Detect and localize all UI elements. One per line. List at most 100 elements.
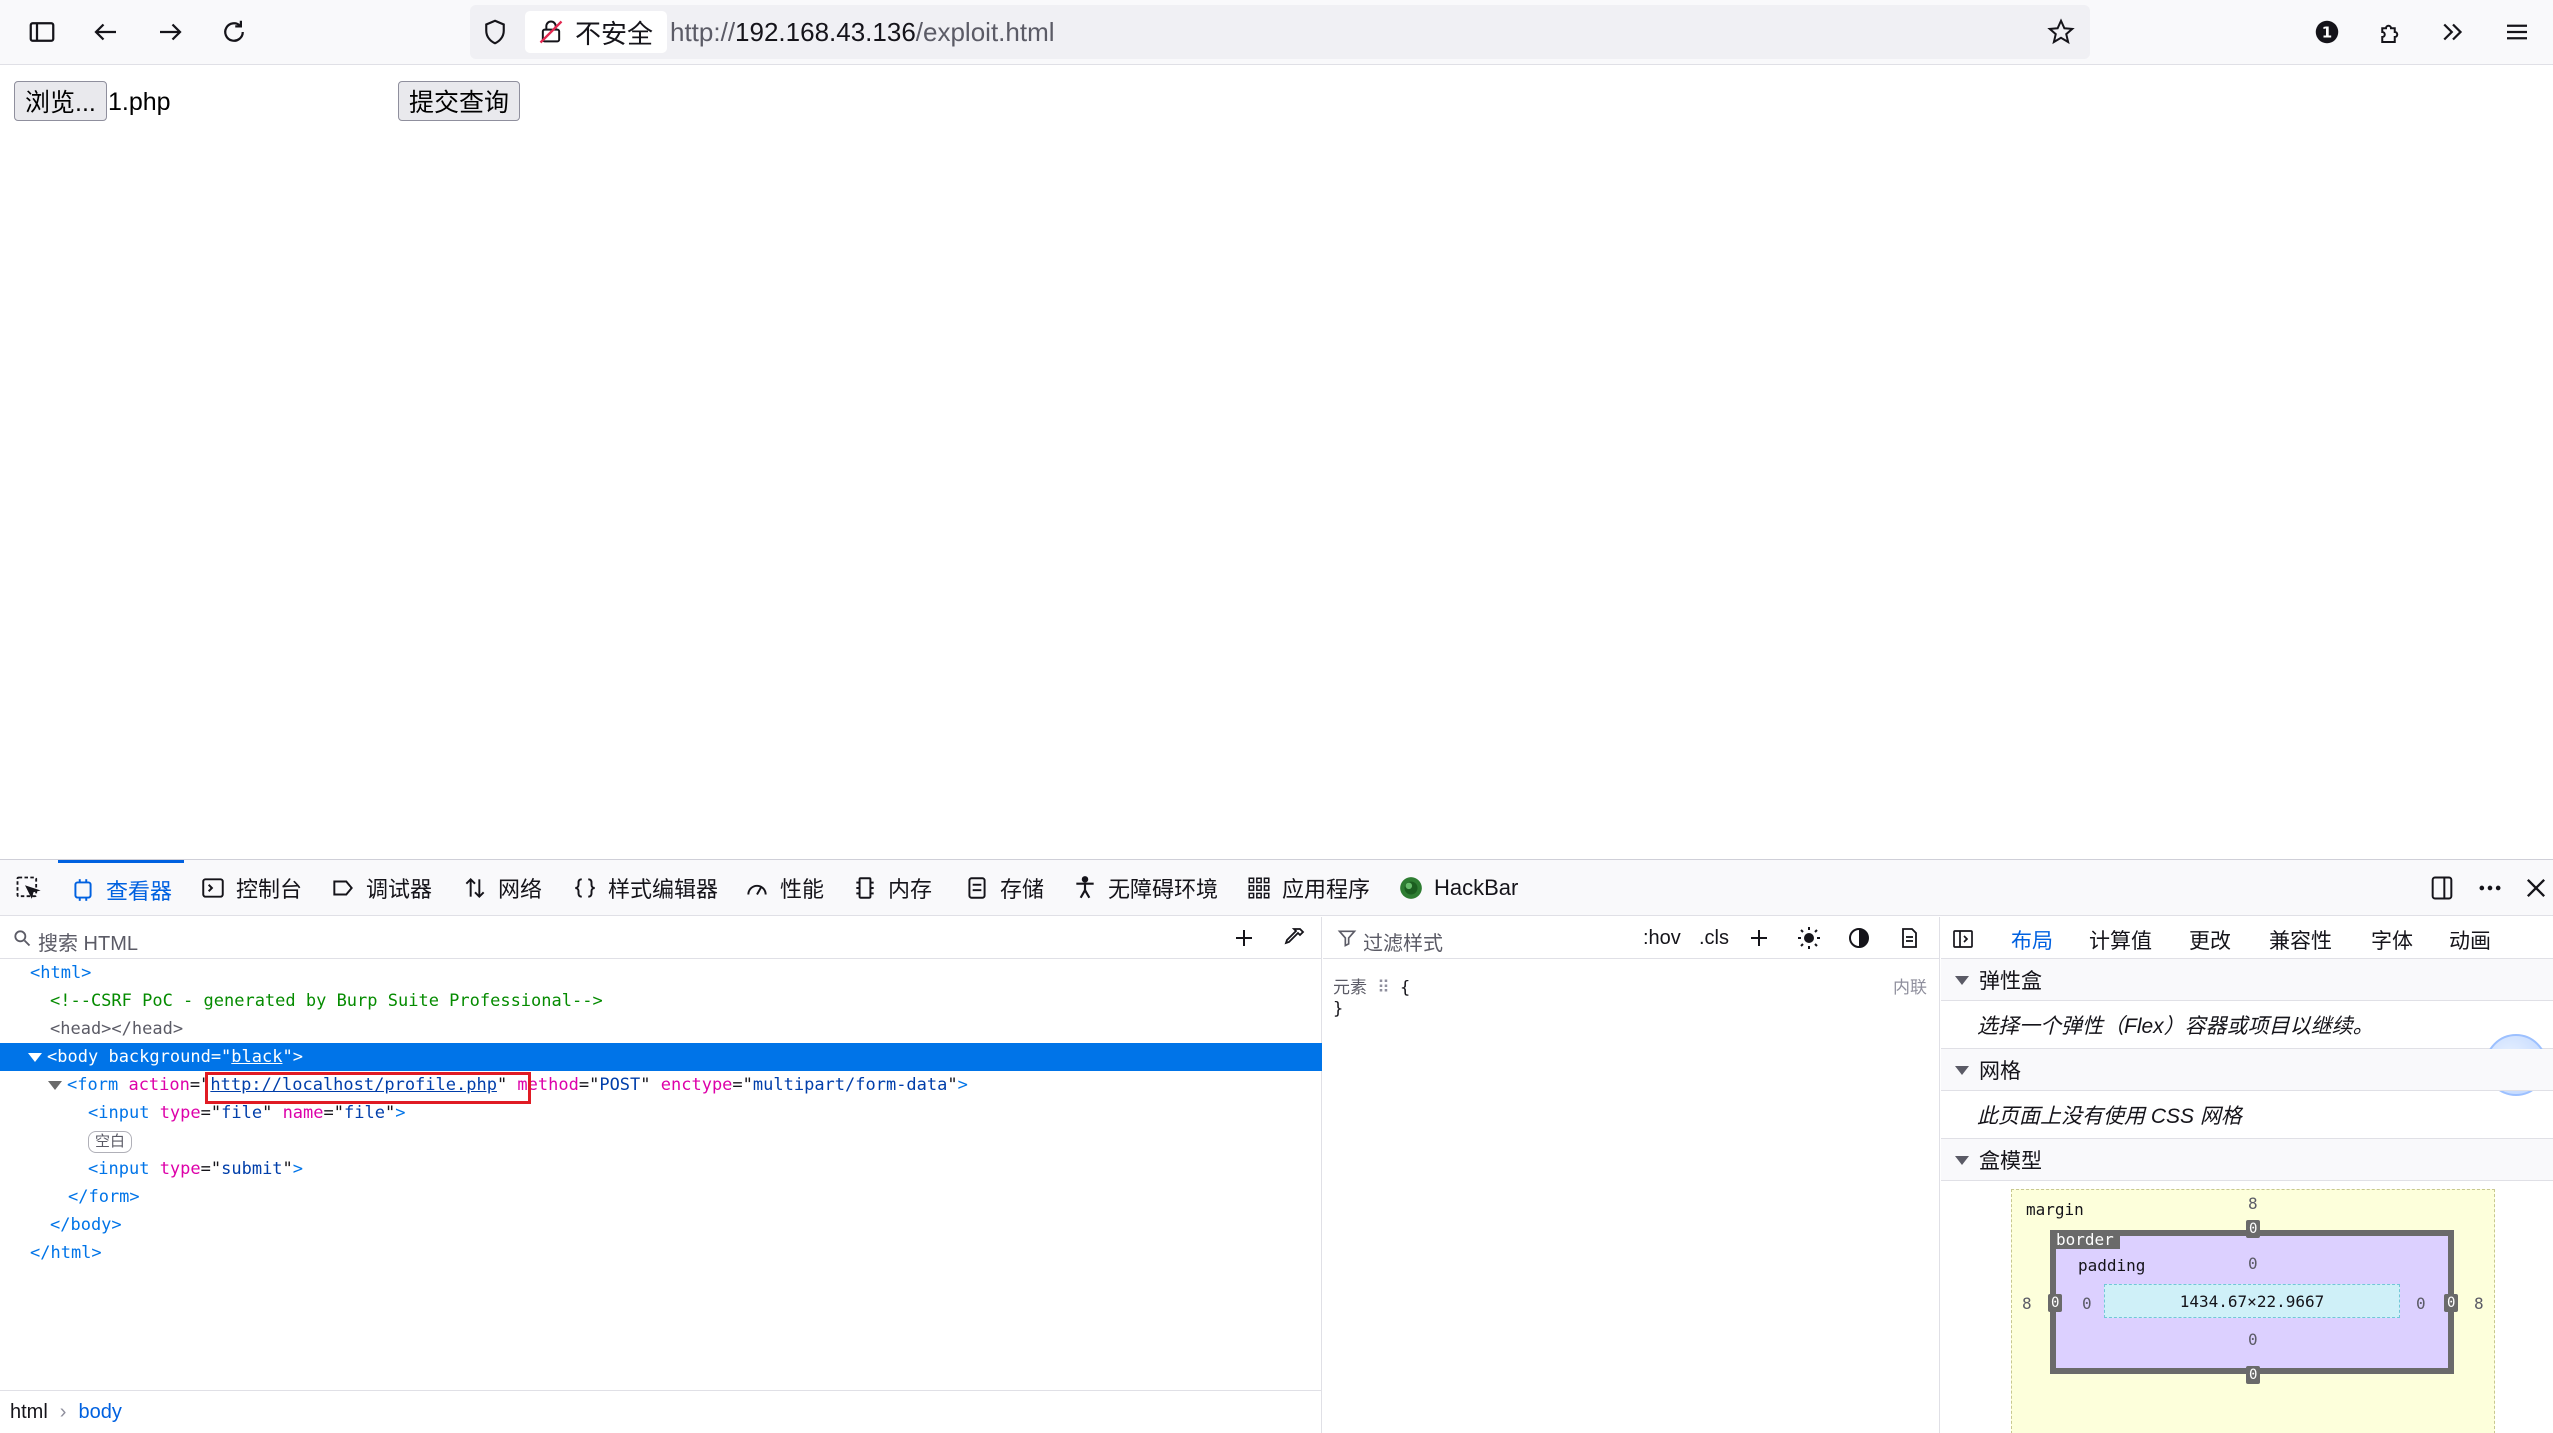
- hov-toggle[interactable]: :hov: [1643, 927, 1681, 950]
- grid-dots-icon[interactable]: ⠿: [1377, 978, 1389, 998]
- dock-side-icon[interactable]: [2428, 874, 2456, 902]
- tab-style-editor-label: 样式编辑器: [608, 877, 719, 902]
- tab-layout[interactable]: 布局: [2011, 925, 2053, 963]
- markup-line-html-close[interactable]: </html>: [0, 1239, 1322, 1267]
- back-arrow-icon[interactable]: [86, 12, 126, 52]
- browse-file-button[interactable]: 浏览...: [14, 81, 107, 121]
- element-picker-icon[interactable]: [14, 874, 42, 902]
- tab-performance[interactable]: 性能: [744, 860, 824, 916]
- tab-network[interactable]: 网络: [462, 860, 542, 916]
- content-box[interactable]: 1434.67×22.9667: [2104, 1284, 2400, 1318]
- overflow-chevrons-icon[interactable]: [2433, 12, 2473, 52]
- toggle-pane-icon[interactable]: [1951, 927, 1975, 951]
- border-top-value[interactable]: 0: [2246, 1220, 2261, 1238]
- submit-query-button[interactable]: 提交查询: [398, 81, 521, 121]
- account-badge-icon[interactable]: 1: [2307, 12, 2347, 52]
- url-text[interactable]: http://192.168.43.136/exploit.html: [670, 17, 1055, 48]
- extensions-puzzle-icon[interactable]: [2371, 12, 2411, 52]
- cls-toggle[interactable]: .cls: [1699, 927, 1729, 950]
- padding-top-value[interactable]: 0: [2248, 1254, 2258, 1273]
- devtools-tab-bar: 查看器 控制台 调试器 网络 样式编辑器 性能 内存 存储 无障碍环境 应用程序…: [0, 860, 2553, 916]
- layout-tab-bar: 布局 计算值 更改 兼容性 字体 动画: [1941, 917, 2553, 963]
- reload-icon[interactable]: [214, 12, 254, 52]
- bookmark-star-icon[interactable]: [2046, 17, 2076, 47]
- breadcrumb-body[interactable]: body: [78, 1401, 121, 1424]
- tab-fonts[interactable]: 字体: [2371, 925, 2413, 955]
- browser-toolbar: 不安全 http://192.168.43.136/exploit.html 1: [0, 0, 2553, 65]
- collapse-twisty-icon[interactable]: [48, 1080, 62, 1090]
- input-type-attr: type: [159, 1103, 201, 1123]
- margin-left-value[interactable]: 8: [2022, 1294, 2032, 1313]
- input-type-submit: submit: [221, 1159, 283, 1179]
- boxmodel-section-header[interactable]: 盒模型: [1941, 1139, 2553, 1181]
- flexbox-header-label: 弹性盒: [1979, 969, 2042, 993]
- tab-hackbar[interactable]: HackBar: [1398, 860, 1518, 916]
- markup-line-html-open[interactable]: <html>: [0, 959, 1322, 987]
- flexbox-section-header[interactable]: 弹性盒: [1941, 959, 2553, 1001]
- margin-top-value[interactable]: 8: [2248, 1194, 2258, 1213]
- markup-line-form[interactable]: <form action="http://localhost/profile.p…: [0, 1071, 1322, 1099]
- markup-line-whitespace[interactable]: 空白: [0, 1127, 1322, 1155]
- expand-twisty-icon: [1955, 1066, 1969, 1075]
- tab-changes[interactable]: 更改: [2189, 925, 2231, 955]
- grid-section-header[interactable]: 网格: [1941, 1049, 2553, 1091]
- form-action-url[interactable]: http://localhost/profile.php: [210, 1075, 497, 1095]
- padding-right-value[interactable]: 0: [2416, 1294, 2426, 1313]
- margin-right-value[interactable]: 8: [2474, 1294, 2484, 1313]
- tab-animations[interactable]: 动画: [2449, 925, 2491, 955]
- tab-console[interactable]: 控制台: [200, 860, 302, 916]
- close-devtools-icon[interactable]: [2522, 874, 2550, 902]
- eyedropper-icon[interactable]: [1282, 926, 1306, 950]
- markup-line-input-submit[interactable]: <input type="submit">: [0, 1155, 1322, 1183]
- markup-line-comment[interactable]: <!--CSRF PoC - generated by Burp Suite P…: [0, 987, 1322, 1015]
- tracking-shield-icon[interactable]: [480, 17, 510, 47]
- input-tag-name: input: [98, 1159, 150, 1179]
- padding-bottom-value[interactable]: 0: [2248, 1330, 2258, 1349]
- input-name-value: file: [344, 1103, 385, 1123]
- tab-style-editor[interactable]: 样式编辑器: [572, 860, 718, 916]
- tab-compatibility[interactable]: 兼容性: [2269, 925, 2332, 955]
- forward-arrow-icon[interactable]: [150, 12, 190, 52]
- print-media-document-icon[interactable]: [1897, 926, 1921, 950]
- input-type-file: file: [221, 1103, 263, 1123]
- tab-accessibility-label: 无障碍环境: [1108, 877, 1219, 902]
- tab-computed[interactable]: 计算值: [2089, 925, 2152, 955]
- url-bar[interactable]: 不安全 http://192.168.43.136/exploit.html: [470, 5, 2090, 59]
- whitespace-badge: 空白: [88, 1131, 133, 1153]
- border-right-value[interactable]: 0: [2444, 1294, 2459, 1312]
- boxmodel-header-label: 盒模型: [1979, 1149, 2042, 1173]
- tab-memory[interactable]: 内存: [852, 860, 932, 916]
- connection-insecure-badge[interactable]: 不安全: [525, 11, 668, 53]
- breadcrumb-html[interactable]: html: [10, 1401, 48, 1424]
- html-search-bar[interactable]: 搜索 HTML: [0, 917, 1322, 959]
- tab-accessibility[interactable]: 无障碍环境: [1072, 860, 1218, 916]
- tab-application[interactable]: 应用程序: [1246, 860, 1370, 916]
- tab-memory-label: 内存: [888, 877, 933, 902]
- more-options-icon[interactable]: [2476, 874, 2504, 902]
- add-rule-plus-icon[interactable]: [1747, 926, 1771, 950]
- add-node-plus-icon[interactable]: [1232, 926, 1256, 950]
- markup-line-head[interactable]: <head></head>: [0, 1015, 1322, 1043]
- sidebar-toggle-icon[interactable]: [22, 12, 62, 52]
- filter-styles-input[interactable]: 过滤样式: [1363, 927, 1443, 956]
- collapse-twisty-icon[interactable]: [28, 1052, 42, 1062]
- form-method-attr: method: [517, 1075, 579, 1095]
- markup-line-body-selected[interactable]: <body background="black">: [0, 1043, 1322, 1071]
- light-scheme-sun-icon[interactable]: [1797, 926, 1821, 950]
- tab-inspector[interactable]: 查看器: [58, 860, 185, 916]
- dark-scheme-contrast-icon[interactable]: [1847, 926, 1871, 950]
- border-bottom-value[interactable]: 0: [2246, 1366, 2261, 1384]
- border-left-value[interactable]: 0: [2048, 1294, 2063, 1312]
- tab-hackbar-label: HackBar: [1434, 875, 1519, 900]
- markup-line-input-file[interactable]: <input type="file" name="file">: [0, 1099, 1322, 1127]
- markup-line-form-close[interactable]: </form>: [0, 1183, 1322, 1211]
- markup-line-body-close[interactable]: </body>: [0, 1211, 1322, 1239]
- tab-debugger[interactable]: 调试器: [330, 860, 432, 916]
- tab-console-label: 控制台: [236, 877, 303, 902]
- tab-storage[interactable]: 存储: [964, 860, 1044, 916]
- padding-left-value[interactable]: 0: [2082, 1294, 2092, 1313]
- rule-element-selector[interactable]: 元素 ⠿ {: [1333, 973, 1410, 998]
- inline-source-label: 内联: [1893, 978, 1927, 997]
- csrf-comment: <!--CSRF PoC - generated by Burp Suite P…: [50, 991, 603, 1011]
- hamburger-menu-icon[interactable]: [2497, 12, 2537, 52]
